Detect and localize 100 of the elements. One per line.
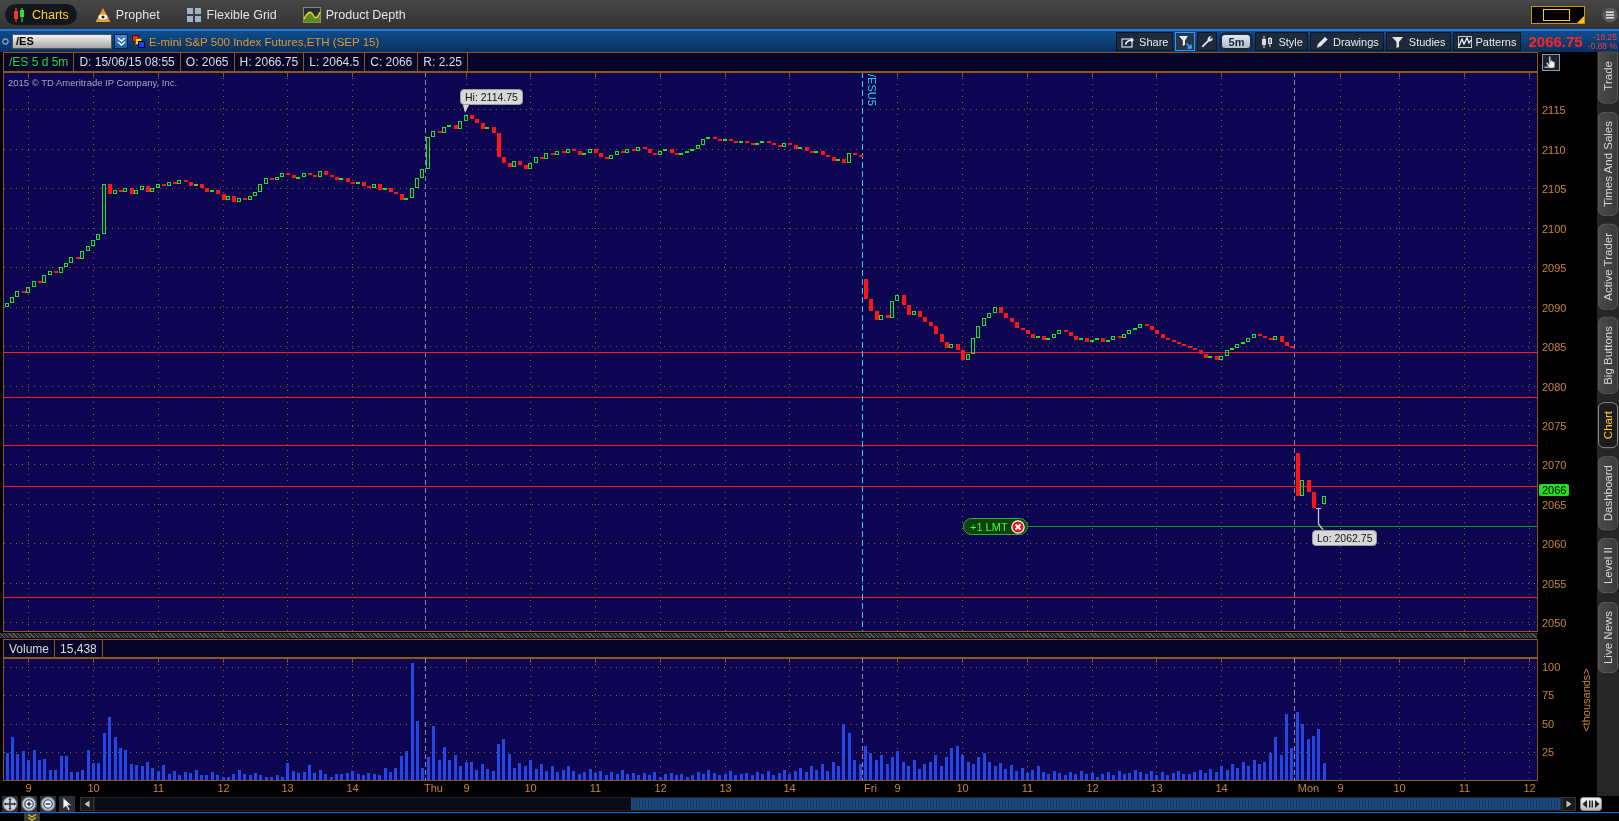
price-axis-label: 2115 (1542, 103, 1566, 116)
volume-bar (599, 771, 602, 780)
dropdown-button[interactable] (114, 34, 128, 49)
volume-bar (33, 750, 36, 780)
collapse-button[interactable] (24, 813, 40, 821)
side-tab[interactable]: Level II (1598, 538, 1618, 594)
volume-axis-label: 50 (1542, 718, 1555, 730)
volume-bar (896, 751, 899, 780)
volume-bar (1182, 774, 1185, 780)
volume-bar (265, 777, 268, 780)
toolbar-button[interactable]: Studies (1385, 32, 1451, 51)
side-tab[interactable]: Dashboard (1598, 456, 1618, 531)
low-price-label: Lo: 2062.75 (1312, 530, 1378, 546)
volume-bar (195, 770, 198, 780)
volume-bar (772, 775, 775, 780)
volume-bar (1150, 771, 1153, 780)
volume-bar (1296, 712, 1299, 780)
volume-bar (616, 774, 619, 780)
volume-bar (659, 777, 662, 780)
grid-icon (185, 6, 202, 23)
expand-button[interactable] (1580, 797, 1602, 811)
volume-bar (432, 726, 435, 780)
volume-bar (864, 746, 867, 780)
side-tab[interactable]: Times And Sales (1598, 111, 1618, 216)
timeframe-button[interactable]: 5m (1219, 32, 1254, 51)
volume-bar (1015, 771, 1018, 780)
zoom-out-icon[interactable] (40, 796, 56, 812)
volume-bar (880, 755, 883, 780)
price-axis-label: 2050 (1542, 616, 1567, 629)
app-tab[interactable]: Flexible Grid (179, 4, 285, 25)
time-axis-label: 12 (654, 782, 667, 794)
order-label[interactable]: +1 LMT (963, 518, 1028, 535)
time-axis-label: 13 (1150, 782, 1163, 794)
symbol-field[interactable]: /ES (12, 34, 112, 49)
side-tab[interactable]: Chart (1598, 402, 1618, 449)
volume-bar (1209, 769, 1212, 780)
zoom-in-icon[interactable] (21, 796, 37, 812)
side-tab[interactable]: Live News (1598, 601, 1618, 673)
volume-bar (670, 773, 673, 780)
toolbar-button[interactable]: Style (1255, 32, 1308, 51)
volume-bar (508, 754, 511, 780)
toolbar-button[interactable]: Drawings (1309, 32, 1384, 51)
volume-bar (540, 764, 543, 780)
app-tab[interactable]: Product Depth (296, 4, 414, 25)
toolbar-button[interactable]: Share (1116, 32, 1174, 51)
volume-bar (578, 774, 581, 780)
close-icon[interactable] (1010, 519, 1025, 534)
volume-bar (87, 750, 90, 780)
pointer-tool-button[interactable] (1542, 53, 1560, 71)
volume-bar (653, 772, 656, 780)
time-axis-label: 11 (589, 782, 602, 794)
zigzag-chart-icon (1457, 35, 1472, 48)
toolbar-icon-button[interactable] (1197, 32, 1218, 51)
splitter-handle[interactable] (0, 633, 1537, 638)
volume-bar (227, 777, 230, 780)
volume-bar (1080, 771, 1083, 780)
volume-bar (1236, 768, 1239, 780)
toolbar-button[interactable]: Patterns (1452, 32, 1522, 51)
toolbar-icon-button[interactable] (1175, 32, 1196, 51)
window-frame-icon[interactable] (1531, 5, 1585, 24)
side-tab[interactable]: Big Buttons (1598, 317, 1618, 395)
volume-bar (1247, 766, 1250, 780)
time-axis-label: 12 (217, 782, 230, 794)
pointer-icon[interactable] (59, 796, 75, 812)
price-axis-label: 2080 (1542, 380, 1567, 393)
color-squares-icon[interactable] (132, 35, 145, 48)
volume-bar (308, 765, 311, 780)
pan-icon[interactable] (2, 796, 18, 812)
time-axis-label: 10 (87, 782, 100, 794)
volume-bar (243, 774, 246, 780)
volume-bar (626, 774, 629, 780)
volume-bar (972, 764, 975, 780)
volume-bar (254, 773, 257, 780)
volume-bar (956, 746, 959, 780)
volume-bar (1166, 775, 1169, 780)
app-tab[interactable]: Charts (5, 4, 77, 25)
app-tab[interactable]: Prophet (88, 4, 168, 25)
scrollbar-thumb[interactable] (631, 798, 1561, 810)
volume-bar (1069, 772, 1072, 780)
side-tab[interactable]: Active Trader (1598, 223, 1618, 310)
volume-bar (832, 762, 835, 780)
menu-icon[interactable] (1602, 6, 1618, 23)
bar-data-label: D: 15/06/15 08:55 (74, 53, 181, 71)
side-tab[interactable]: Trade (1598, 52, 1618, 104)
volume-bar (1096, 777, 1099, 780)
volume-bar (713, 773, 716, 780)
percent-change: -0.88 % (1587, 41, 1617, 51)
volume-bar (994, 766, 997, 780)
volume-axis-label: 75 (1542, 689, 1555, 701)
last-price: 2066.75 (1528, 33, 1583, 50)
caret-right-icon (1566, 800, 1572, 808)
volume-bar (680, 774, 683, 780)
double-chevron-icon (27, 813, 37, 821)
volume-bar (1004, 769, 1007, 780)
volume-bar (815, 770, 818, 780)
volume-bar (1323, 763, 1326, 780)
scroll-right-button[interactable] (1562, 797, 1576, 811)
volume-bar (551, 766, 554, 780)
volume-bar (1107, 772, 1110, 780)
scroll-left-button[interactable] (80, 797, 94, 811)
